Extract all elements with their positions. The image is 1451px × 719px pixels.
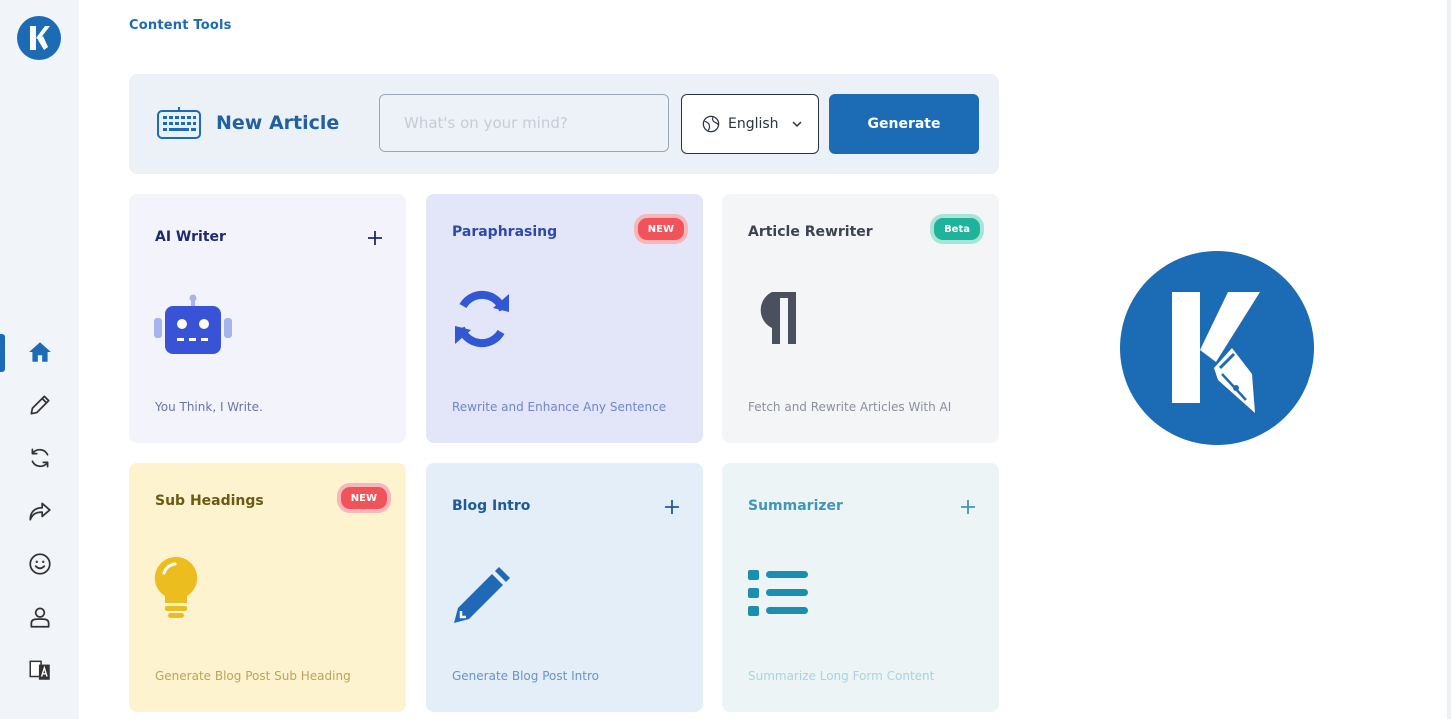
sidebar-item-home[interactable] bbox=[0, 332, 79, 372]
card-ai-writer[interactable]: AI Writer You Think, I Write. bbox=[129, 194, 406, 443]
sidebar-item-refresh[interactable] bbox=[0, 438, 79, 478]
card-title: Article Rewriter bbox=[748, 224, 873, 240]
page-scrollbar[interactable] bbox=[1447, 0, 1451, 719]
breadcrumb: Content Tools bbox=[129, 18, 232, 33]
card-description: You Think, I Write. bbox=[155, 400, 263, 414]
brand-logo-icon[interactable] bbox=[17, 16, 61, 60]
card-description: Fetch and Rewrite Articles With AI bbox=[748, 400, 952, 414]
new-article-bar: New Article English Generate bbox=[129, 74, 999, 174]
home-icon bbox=[28, 342, 51, 362]
user-icon bbox=[29, 607, 50, 628]
card-title: AI Writer bbox=[155, 229, 226, 245]
card-description: Rewrite and Enhance Any Sentence bbox=[452, 400, 667, 414]
card-description: Generate Blog Post Intro bbox=[452, 669, 599, 683]
pencil-icon bbox=[454, 567, 510, 623]
language-select[interactable]: English bbox=[681, 94, 819, 154]
sidebar bbox=[0, 0, 79, 719]
card-title: Sub Headings bbox=[155, 493, 264, 509]
card-title: Blog Intro bbox=[452, 498, 531, 514]
new-article-title: New Article bbox=[216, 112, 340, 134]
translate-icon bbox=[28, 660, 50, 680]
card-title: Summarizer bbox=[748, 498, 843, 514]
card-summarizer[interactable]: Summarizer Summarize Long Form Content bbox=[722, 463, 999, 712]
chevron-down-icon bbox=[792, 121, 802, 128]
sidebar-item-share[interactable] bbox=[0, 491, 79, 531]
sidebar-item-translate[interactable] bbox=[0, 650, 79, 690]
beta-badge: Beta bbox=[934, 218, 980, 240]
plus-icon[interactable] bbox=[366, 229, 384, 247]
plus-icon[interactable] bbox=[663, 498, 681, 516]
new-badge: NEW bbox=[637, 218, 684, 240]
card-article-rewriter[interactable]: Article Rewriter Beta Fetch and Rewrite … bbox=[722, 194, 999, 443]
edit-icon bbox=[29, 395, 50, 415]
sync-icon bbox=[455, 290, 509, 348]
new-badge: NEW bbox=[340, 487, 387, 509]
brand-logo-large-icon bbox=[1120, 251, 1314, 445]
sidebar-item-user[interactable] bbox=[0, 597, 79, 637]
card-paraphrasing[interactable]: Paraphrasing NEW Rewrite and Enhance Any… bbox=[426, 194, 703, 443]
share-icon bbox=[28, 502, 51, 521]
card-title: Paraphrasing bbox=[452, 224, 558, 240]
card-sub-headings[interactable]: Sub Headings NEW Generate Blog Post Sub … bbox=[129, 463, 406, 712]
prompt-input[interactable] bbox=[379, 94, 669, 152]
list-icon bbox=[748, 570, 808, 616]
plus-icon[interactable] bbox=[959, 498, 977, 516]
card-blog-intro[interactable]: Blog Intro Generate Blog Post Intro bbox=[426, 463, 703, 712]
card-description: Generate Blog Post Sub Heading bbox=[155, 669, 351, 683]
sidebar-item-edit[interactable] bbox=[0, 385, 79, 425]
lightbulb-icon bbox=[154, 556, 198, 618]
globe-icon bbox=[702, 115, 720, 133]
generate-button[interactable]: Generate bbox=[829, 94, 979, 154]
robot-icon bbox=[154, 294, 232, 354]
keyboard-icon bbox=[157, 107, 201, 139]
paragraph-icon bbox=[760, 292, 796, 344]
refresh-icon bbox=[31, 448, 48, 468]
language-label: English bbox=[728, 116, 779, 132]
smiley-icon bbox=[28, 553, 51, 575]
sidebar-item-smiley[interactable] bbox=[0, 544, 79, 584]
card-description: Summarize Long Form Content bbox=[748, 669, 935, 683]
